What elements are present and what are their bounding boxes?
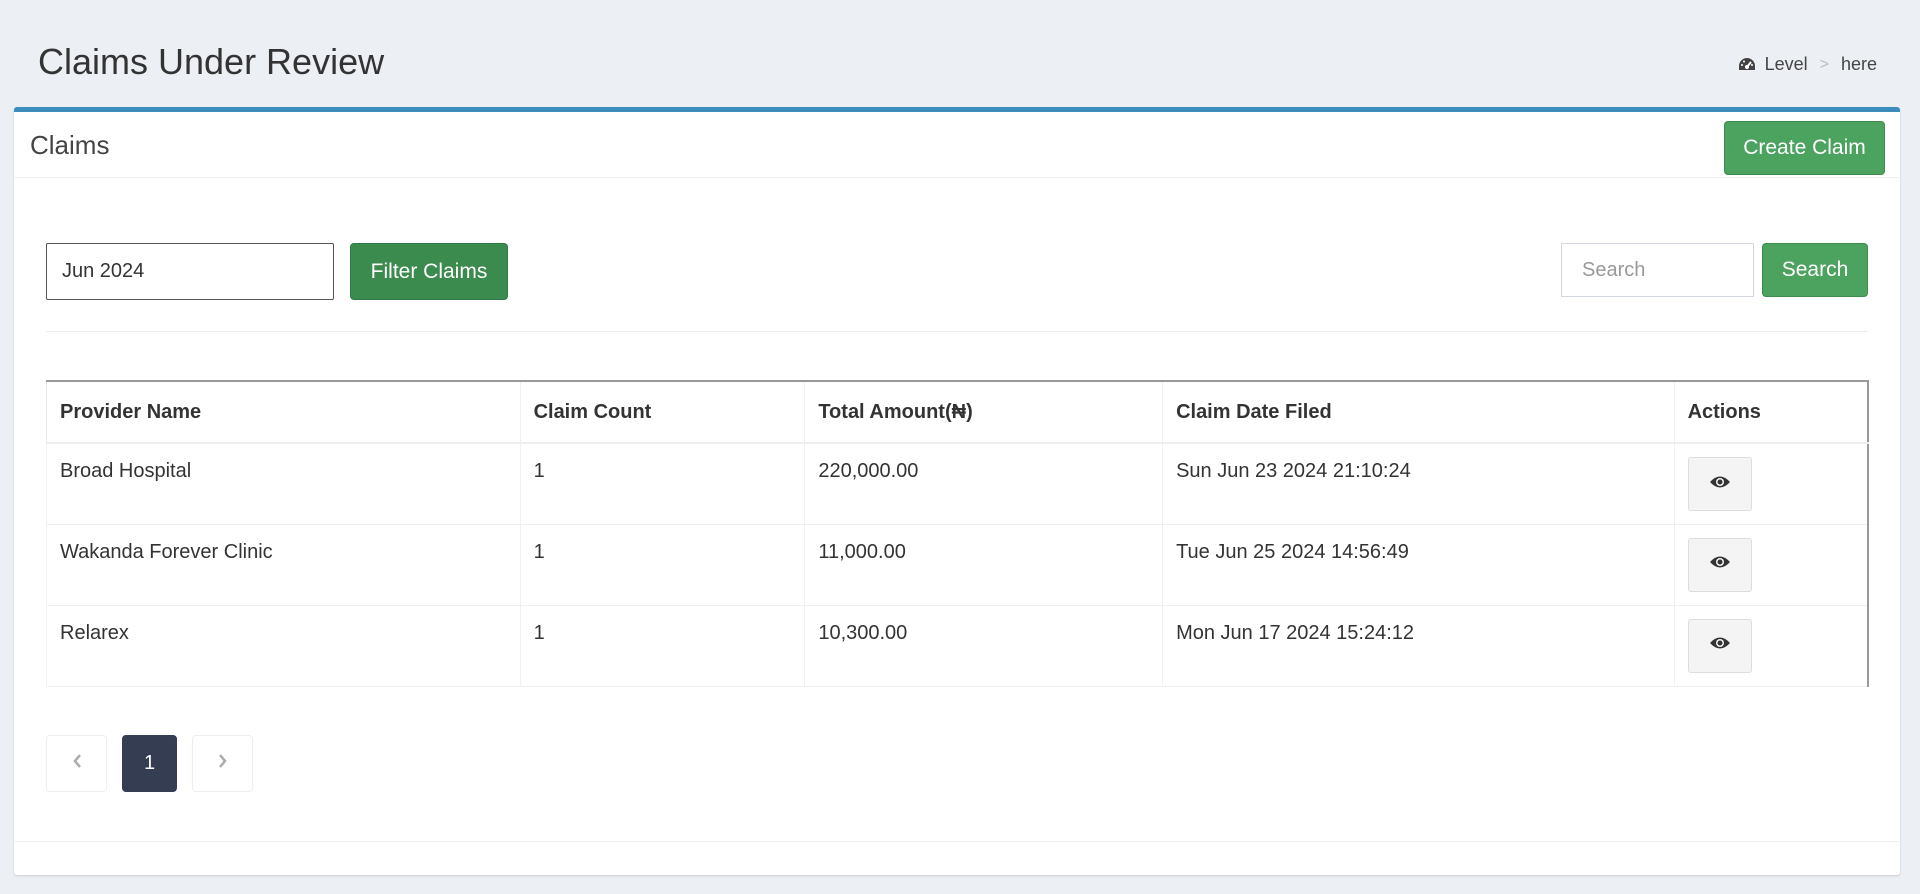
claim-count-cell: 1 bbox=[519, 604, 806, 687]
table-row: Wakanda Forever Clinic 1 11,000.00 Tue J… bbox=[46, 523, 1869, 606]
create-claim-button[interactable]: Create Claim bbox=[1724, 121, 1885, 175]
breadcrumb: Level > here bbox=[1737, 54, 1877, 75]
previous-page-button[interactable] bbox=[46, 735, 107, 792]
pagination: 1 bbox=[46, 735, 253, 792]
search-input[interactable] bbox=[1561, 243, 1754, 297]
total-amount-cell: 11,000.00 bbox=[804, 523, 1164, 606]
breadcrumb-level-link[interactable]: Level bbox=[1765, 54, 1808, 75]
claim-date-cell: Mon Jun 17 2024 15:24:12 bbox=[1162, 604, 1675, 687]
claim-count-cell: 1 bbox=[519, 442, 806, 525]
eye-icon bbox=[1709, 634, 1731, 657]
breadcrumb-separator: > bbox=[1819, 55, 1829, 73]
table-header-row: Provider Name Claim Count Total Amount(₦… bbox=[46, 380, 1869, 444]
table-row: Relarex 1 10,300.00 Mon Jun 17 2024 15:2… bbox=[46, 604, 1869, 687]
total-amount-cell: 220,000.00 bbox=[804, 442, 1164, 525]
column-header-total-amount[interactable]: Total Amount(₦) bbox=[804, 380, 1164, 444]
provider-name-cell: Relarex bbox=[46, 604, 521, 687]
column-header-provider-name[interactable]: Provider Name bbox=[46, 380, 521, 444]
provider-name-cell: Broad Hospital bbox=[46, 442, 521, 525]
breadcrumb-current: here bbox=[1840, 54, 1877, 74]
table-row: Broad Hospital 1 220,000.00 Sun Jun 23 2… bbox=[46, 442, 1869, 525]
column-header-actions: Actions bbox=[1673, 380, 1869, 444]
claim-count-cell: 1 bbox=[519, 523, 806, 606]
view-claim-button[interactable] bbox=[1687, 537, 1752, 592]
claims-box: Claims Create Claim Filter Claims Search… bbox=[14, 107, 1900, 875]
chevron-right-icon bbox=[218, 752, 228, 775]
actions-cell bbox=[1673, 604, 1869, 687]
actions-cell bbox=[1673, 442, 1869, 525]
next-page-button[interactable] bbox=[192, 735, 253, 792]
box-title: Claims bbox=[30, 130, 110, 160]
claim-date-cell: Sun Jun 23 2024 21:10:24 bbox=[1162, 442, 1675, 525]
content-header: Claims Under Review Level > here bbox=[0, 0, 1920, 106]
eye-icon bbox=[1709, 473, 1731, 496]
page-title: Claims Under Review bbox=[38, 41, 385, 82]
column-header-claim-date[interactable]: Claim Date Filed bbox=[1162, 380, 1675, 444]
view-claim-button[interactable] bbox=[1687, 618, 1752, 673]
box-header: Claims Create Claim bbox=[14, 112, 1900, 178]
divider bbox=[46, 331, 1868, 332]
eye-icon bbox=[1709, 553, 1731, 576]
page-number-button[interactable]: 1 bbox=[122, 735, 177, 792]
filter-row: Filter Claims Search bbox=[46, 243, 1868, 303]
filter-claims-button[interactable]: Filter Claims bbox=[350, 243, 508, 300]
month-filter-input[interactable] bbox=[46, 243, 334, 300]
dashboard-icon bbox=[1737, 56, 1757, 74]
view-claim-button[interactable] bbox=[1687, 457, 1752, 511]
total-amount-cell: 10,300.00 bbox=[804, 604, 1164, 687]
claim-date-cell: Tue Jun 25 2024 14:56:49 bbox=[1162, 523, 1675, 606]
chevron-left-icon bbox=[72, 752, 82, 775]
search-button[interactable]: Search bbox=[1762, 243, 1868, 297]
actions-cell bbox=[1673, 523, 1869, 606]
box-footer bbox=[14, 841, 1900, 875]
provider-name-cell: Wakanda Forever Clinic bbox=[46, 523, 521, 606]
claims-table: Provider Name Claim Count Total Amount(₦… bbox=[46, 380, 1869, 687]
column-header-claim-count[interactable]: Claim Count bbox=[519, 380, 806, 444]
